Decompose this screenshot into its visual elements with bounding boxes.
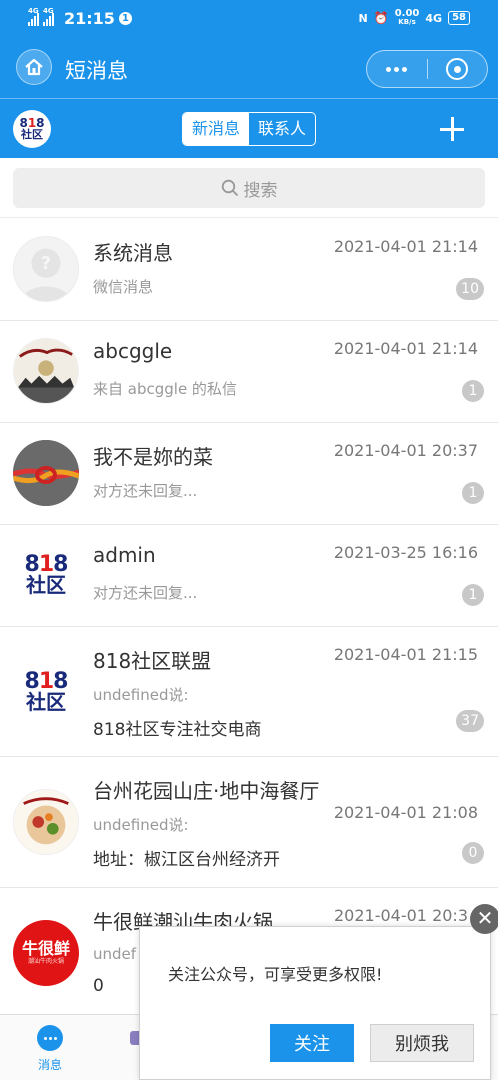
alarm-icon: ⏰ — [373, 11, 389, 25]
conversation-name: abcggle — [93, 339, 173, 363]
title-bar: 短消息 — [0, 38, 498, 98]
close-mini-program-button[interactable] — [427, 58, 487, 80]
net-speed-unit: KB/s — [398, 18, 416, 26]
conversation-name: 台州花园山庄·地中海餐厅 — [93, 779, 320, 803]
network-label: 4G — [43, 6, 54, 15]
status-bar: 4G 4G 21:15 1 N ⏰ 0.00 KB/s 4G 58 — [0, 0, 498, 38]
message-tab-switch: 新消息 联系人 — [182, 112, 316, 146]
conversation-time: 2021-03-25 16:16 — [333, 543, 478, 562]
hotpot-logo-text: 牛很鲜 — [21, 939, 70, 958]
conversation-preview: undefined说: — [93, 686, 189, 704]
logo-line2: 社区 — [26, 573, 66, 597]
conversation-preview: undefined说: — [93, 816, 189, 834]
popup-close-button[interactable]: ✕ — [470, 904, 498, 934]
signal-icon: 4G — [28, 7, 39, 26]
follow-popup: 关注公众号，可享受更多权限! 关注 别烦我 — [139, 926, 491, 1080]
svg-text:?: ? — [41, 254, 51, 274]
net-speed-value: 0.00 — [394, 8, 420, 19]
search-icon — [221, 179, 238, 197]
logo-line2: 社区 — [21, 128, 43, 141]
conversation-time: 2021-04-01 20:37 — [333, 441, 478, 460]
horses-avatar — [13, 338, 79, 404]
conversation-name: admin — [93, 543, 156, 567]
conversation-time: 2021-04-01 21:15 — [333, 645, 478, 664]
conversation-item[interactable]: 818 社区 818社区联盟 2021-04-01 21:15 undefine… — [0, 627, 498, 757]
home-icon — [25, 58, 43, 76]
search-placeholder: 搜索 — [243, 180, 278, 201]
unread-badge: 1 — [462, 380, 484, 402]
home-button[interactable] — [16, 49, 52, 85]
hotpot-logo-avatar: 牛很鲜 潮汕牛肉火锅 — [13, 920, 79, 986]
popup-message: 关注公众号，可享受更多权限! — [168, 965, 383, 984]
network-label: 4G — [28, 6, 39, 15]
nav-messages-label: 消息 — [37, 1058, 62, 1072]
unread-badge: 0 — [462, 842, 484, 864]
search-area: 搜索 — [0, 158, 498, 218]
conversation-preview: 对方还未回复... — [93, 584, 198, 602]
add-button[interactable] — [440, 117, 464, 141]
network-4g-label: 4G — [425, 11, 443, 25]
clock: 21:15 — [64, 9, 115, 28]
conversation-item[interactable]: abcggle 2021-04-01 21:14 来自 abcggle 的私信 … — [0, 321, 498, 423]
search-input[interactable]: 搜索 — [13, 168, 485, 208]
tab-new-messages[interactable]: 新消息 — [183, 113, 249, 145]
conversation-preview: 来自 abcggle 的私信 — [93, 380, 237, 398]
conversation-item[interactable]: 818 社区 admin 2021-03-25 16:16 对方还未回复... … — [0, 525, 498, 627]
knot-avatar — [13, 440, 79, 506]
default-user-avatar: ? — [13, 236, 79, 302]
conversation-name: 我不是妳的菜 — [93, 445, 213, 469]
conversation-time: 2021-04-01 21:14 — [333, 237, 478, 256]
hotpot-logo-subtext: 潮汕牛肉火锅 — [27, 958, 64, 965]
conversation-time: 2021-04-01 21:14 — [333, 339, 478, 358]
nav-messages[interactable]: 消息 — [26, 1025, 74, 1073]
unread-badge: 37 — [456, 710, 484, 732]
conversation-time: 2021-04-01 20:3 — [334, 906, 468, 925]
conversation-name: 818社区联盟 — [93, 649, 212, 673]
more-button[interactable] — [367, 66, 427, 72]
restaurant-avatar — [13, 789, 79, 855]
conversation-preview: 对方还未回复... — [93, 482, 198, 500]
dismiss-button[interactable]: 别烦我 — [370, 1024, 474, 1062]
status-right: N ⏰ 0.00 KB/s 4G 58 — [359, 9, 470, 27]
tab-contacts[interactable]: 联系人 — [249, 113, 315, 145]
logo-line1: 818 — [24, 669, 69, 694]
more-dots-icon — [386, 66, 392, 72]
logo-line2: 社区 — [26, 690, 66, 714]
conversation-name: 系统消息 — [93, 241, 173, 265]
unread-badge: 10 — [456, 278, 484, 300]
818-logo-avatar: 818 社区 — [13, 542, 79, 608]
chat-bubble-icon — [37, 1025, 63, 1051]
battery-icon: 58 — [448, 11, 470, 25]
target-close-icon — [446, 58, 469, 80]
nfc-icon: N — [358, 11, 368, 25]
mini-program-capsule — [366, 50, 488, 88]
conversation-preview: 微信消息 — [93, 278, 154, 296]
status-left: 4G 4G 21:15 1 — [28, 7, 132, 28]
conversation-preview-body: 地址：椒江区台州经济开 — [93, 850, 280, 870]
conversation-item[interactable]: 台州花园山庄·地中海餐厅 2021-04-01 21:08 undefined说… — [0, 757, 498, 888]
net-speed: 0.00 KB/s — [395, 9, 420, 27]
conversation-item[interactable]: ? 系统消息 2021-04-01 21:14 微信消息 10 — [0, 219, 498, 321]
conversation-time: 2021-04-01 21:08 — [333, 803, 478, 822]
unread-badge: 1 — [462, 584, 484, 606]
follow-button[interactable]: 关注 — [270, 1024, 354, 1062]
conversation-item[interactable]: 我不是妳的菜 2021-04-01 20:37 对方还未回复... 1 — [0, 423, 498, 525]
conversation-preview: undef — [93, 945, 137, 963]
818-logo-avatar: 818 社区 — [13, 659, 79, 725]
logo-line1: 818 — [24, 552, 69, 577]
notification-dot-icon: 1 — [118, 12, 132, 25]
conversation-preview-body: 0 — [93, 976, 104, 996]
signal-icon: 4G — [43, 7, 54, 26]
page-title: 短消息 — [65, 59, 128, 83]
community-logo[interactable]: 818 社区 — [13, 110, 51, 148]
conversation-preview-body: 818社区专注社交电商 — [93, 720, 262, 740]
page: 4G 4G 21:15 1 N ⏰ 0.00 KB/s 4G 58 短消息 818… — [0, 0, 498, 1080]
unread-badge: 1 — [462, 482, 484, 504]
conversation-list: ? 系统消息 2021-04-01 21:14 微信消息 10 abcggle … — [0, 219, 498, 1018]
tab-bar: 818 社区 新消息 联系人 — [0, 98, 498, 158]
